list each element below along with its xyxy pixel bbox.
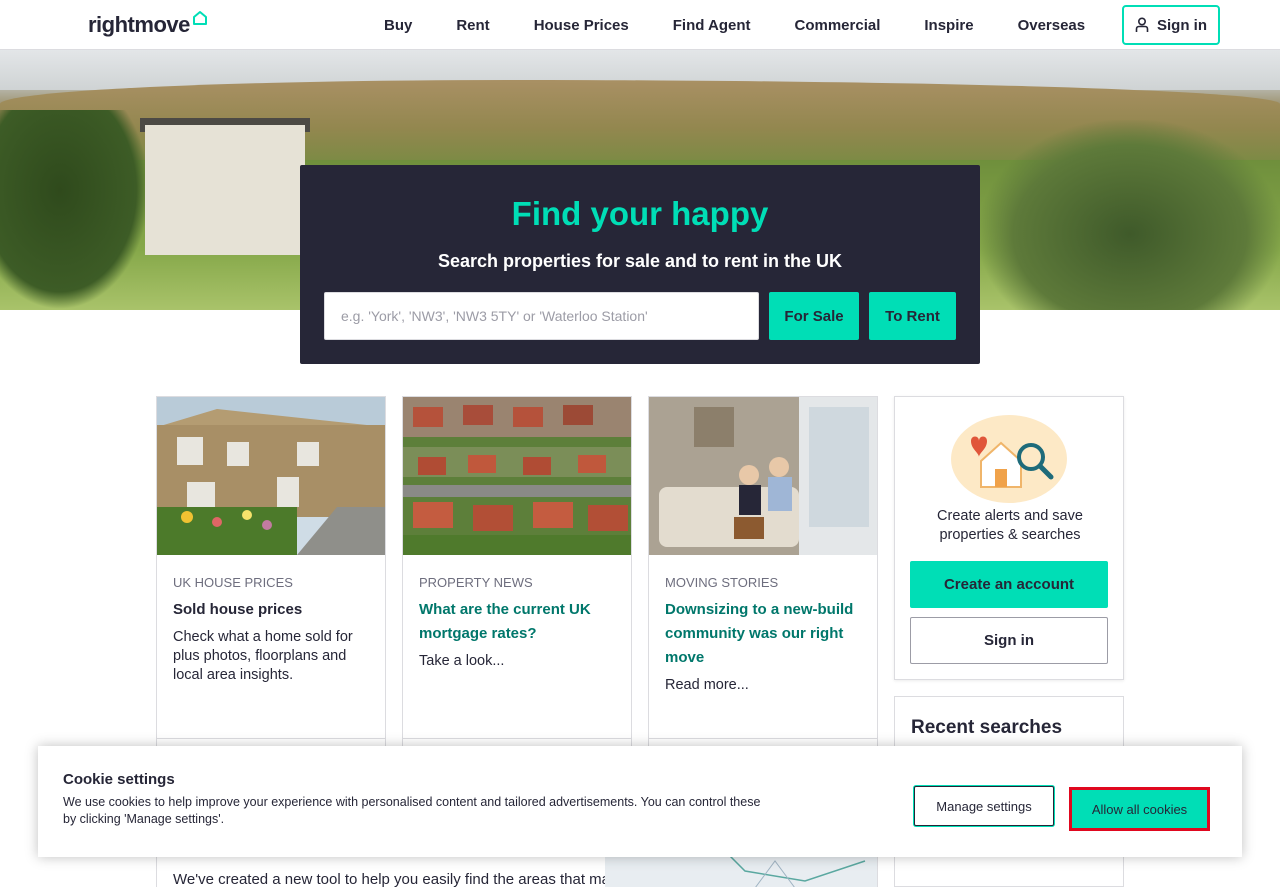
hero-subheadline: Search properties for sale and to rent i… [437, 251, 843, 271]
account-promo-box: Create alerts and save properties & sear… [894, 396, 1124, 680]
logo-text: rightmove [88, 12, 190, 37]
nav-commercial[interactable]: Commercial [773, 17, 903, 34]
card-image [649, 397, 877, 555]
nav-house-prices[interactable]: House Prices [512, 17, 651, 34]
site-header: rightmove Buy Rent House Prices Find Age… [0, 0, 1280, 50]
card-text: Check what a home sold for plus photos, … [173, 629, 353, 683]
nav-buy[interactable]: Buy [362, 17, 434, 34]
rightmove-logo[interactable]: rightmove [88, 11, 208, 38]
header-signin-button[interactable]: Sign in [1122, 5, 1220, 45]
card-image [403, 397, 631, 555]
for-sale-button[interactable]: For Sale [769, 292, 859, 340]
user-icon [1135, 17, 1149, 32]
nav-rent[interactable]: Rent [434, 17, 511, 34]
cookie-banner: Cookie settings We use cookies to help i… [38, 746, 1242, 857]
card-divider [403, 738, 631, 739]
card-title[interactable]: Sold house prices [173, 598, 369, 622]
area-tool-text: We've created a new tool to help you eas… [173, 871, 664, 887]
location-search-input[interactable] [324, 292, 759, 340]
hero-cottage [145, 125, 305, 255]
card-text: Take a look... [419, 653, 505, 669]
recent-searches-title: Recent searches [911, 717, 1063, 738]
card-category: UK HOUSE PRICES [173, 575, 293, 590]
hero-trees [0, 110, 150, 310]
card-text: Read more... [665, 677, 749, 693]
cookie-title: Cookie settings [63, 771, 175, 788]
create-account-button[interactable]: Create an account [910, 561, 1108, 608]
nav-overseas[interactable]: Overseas [996, 17, 1108, 34]
card-image [157, 397, 385, 555]
card-title[interactable]: Downsizing to a new-build community was … [665, 598, 861, 670]
stone-cottages-photo [157, 397, 385, 555]
house-search-icon [951, 415, 1067, 503]
manage-settings-button[interactable]: Manage settings [914, 786, 1054, 826]
card-title[interactable]: What are the current UK mortgage rates? [419, 598, 615, 646]
alerts-promo-text: Create alerts and save properties & sear… [937, 508, 1083, 543]
cookie-text: We use cookies to help improve your expe… [63, 795, 761, 826]
card-divider [157, 738, 385, 739]
search-panel: Find your happy Search properties for sa… [300, 165, 980, 364]
couple-on-sofa-photo [649, 397, 877, 555]
main-nav: Buy Rent House Prices Find Agent Commerc… [362, 0, 1107, 50]
card-category: PROPERTY NEWS [419, 575, 533, 590]
aerial-houses-photo [403, 397, 631, 555]
hero-trees-right [980, 120, 1280, 310]
allow-all-cookies-button[interactable]: Allow all cookies [1069, 787, 1210, 831]
hero-headline: Find your happy [511, 195, 769, 232]
nav-find-agent[interactable]: Find Agent [651, 17, 773, 34]
to-rent-button[interactable]: To Rent [869, 292, 956, 340]
house-logo-icon [192, 11, 207, 25]
card-divider [649, 738, 877, 739]
nav-inspire[interactable]: Inspire [902, 17, 995, 34]
card-category: MOVING STORIES [665, 575, 779, 590]
sidebar-signin-button[interactable]: Sign in [910, 617, 1108, 664]
header-signin-label: Sign in [1157, 16, 1207, 34]
